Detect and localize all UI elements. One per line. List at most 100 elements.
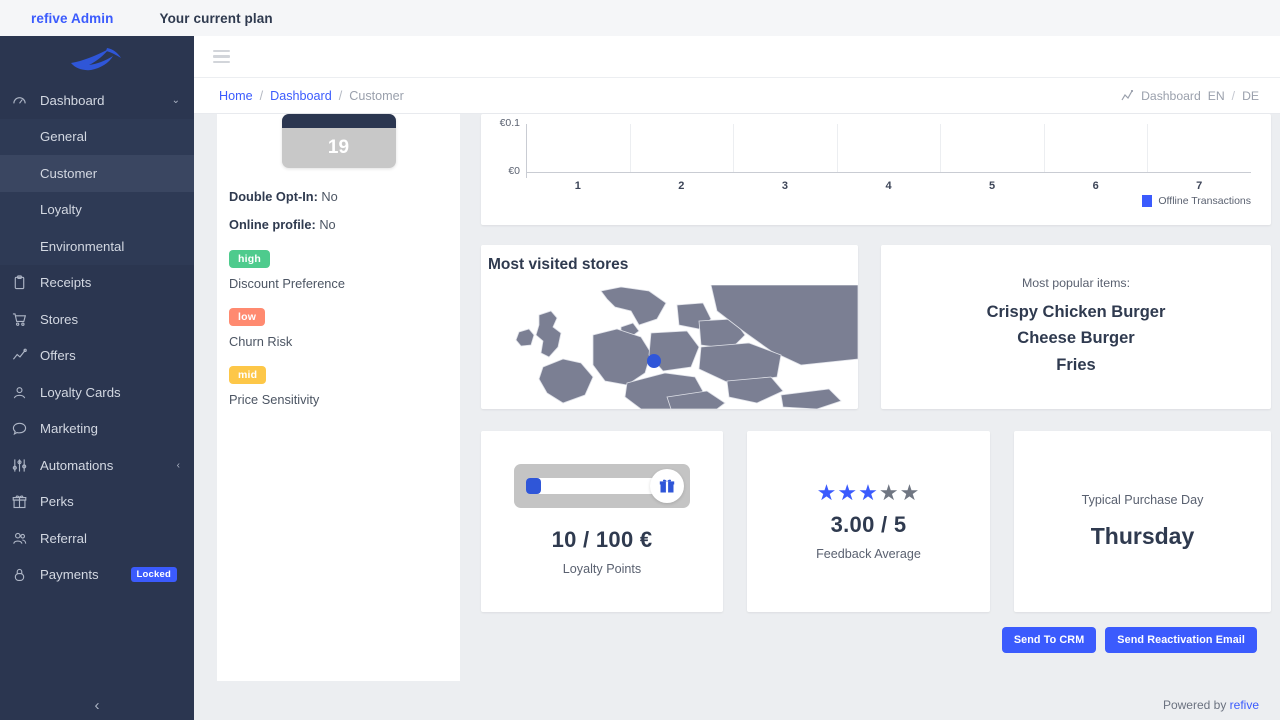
online-profile-label: Online profile: (229, 217, 316, 232)
dashboard-quicklink[interactable]: Dashboard (1141, 89, 1201, 103)
chart-line-icon (12, 348, 38, 363)
double-optin-label: Double Opt-In: (229, 189, 318, 204)
breadcrumb-home[interactable]: Home (219, 89, 253, 103)
gift-icon (659, 479, 675, 493)
sidebar-item-dashboard[interactable]: Dashboard ⌄ (0, 82, 194, 119)
store-location-dot (647, 354, 661, 368)
current-plan-link[interactable]: Your current plan (159, 11, 272, 26)
loyalty-points-caption: Loyalty Points (562, 562, 642, 576)
sidebar-item-label: Loyalty (40, 202, 82, 218)
most-popular-items-card: Most popular items: Crispy Chicken Burge… (881, 245, 1271, 409)
y-axis-tick-label: €0.1 (499, 117, 520, 129)
sidebar-item-label: Offers (40, 348, 76, 364)
sidebar-item-automations[interactable]: Automations ‹ (0, 447, 194, 484)
x-axis-tick-label: 2 (678, 180, 685, 192)
feedback-average-card: ★★★★★ 3.00 / 5 Feedback Average (747, 431, 990, 612)
trait-badge: high (229, 250, 270, 268)
trait-label: Discount Preference (229, 276, 345, 291)
online-profile-row: Online profile: No (229, 217, 460, 232)
footer-prefix: Powered by (1162, 698, 1230, 712)
sidebar-item-label: Dashboard (40, 92, 105, 108)
lang-separator: / (1231, 88, 1236, 103)
sidebar-item-loyalty[interactable]: Loyalty (0, 191, 194, 228)
feedback-value: 3.00 / 5 (830, 512, 907, 537)
customer-trait: mid Price Sensitivity (217, 365, 460, 407)
cart-icon (12, 312, 38, 327)
x-axis-tick-label: 3 (781, 180, 788, 192)
sidebar-item-environmental[interactable]: Environmental (0, 228, 194, 265)
trait-label: Price Sensitivity (229, 392, 320, 407)
main-region: Home / Dashboard / Customer Dashboard EN… (194, 36, 1280, 720)
breadcrumb: Home / Dashboard / Customer (219, 89, 404, 103)
y-axis-line (526, 124, 527, 178)
sidebar-item-label: Referral (40, 530, 87, 546)
breadcrumb-dashboard[interactable]: Dashboard (270, 89, 332, 103)
popular-item: Fries (1056, 355, 1096, 374)
sidebar-item-stores[interactable]: Stores (0, 301, 194, 338)
sidebar-item-customer[interactable]: Customer (0, 155, 194, 192)
sidebar-item-payments[interactable]: Payments Locked (0, 557, 194, 594)
hamburger-icon[interactable] (213, 49, 230, 64)
loyalty-progress[interactable] (514, 464, 690, 508)
loyalty-progress-knob[interactable] (650, 469, 684, 503)
typical-day-value: Thursday (1090, 523, 1195, 549)
lang-de[interactable]: DE (1242, 89, 1259, 103)
customer-summary-panel: 19 Double Opt-In: No Online profile: No … (217, 114, 460, 681)
chevron-icon: ‹ (176, 459, 180, 471)
sidebar-logo[interactable] (0, 36, 194, 82)
double-optin-value: No (321, 189, 338, 204)
user-circle-icon (12, 385, 38, 400)
chevron-icon: ⌄ (171, 94, 180, 106)
lang-en[interactable]: EN (1208, 89, 1225, 103)
locked-badge: Locked (130, 567, 177, 583)
footer-brand[interactable]: refive (1230, 698, 1259, 712)
breadcrumb-right-group: Dashboard EN / DE (1121, 89, 1259, 103)
sidebar-item-general[interactable]: General (0, 118, 194, 155)
sidebar-item-label: General (40, 129, 87, 145)
rating-stars: ★★★★★ (817, 482, 921, 504)
gift-icon (12, 494, 38, 509)
card-number: 19 (327, 137, 350, 158)
sidebar-item-referral[interactable]: Referral (0, 520, 194, 557)
refive-bird-logo-icon (71, 48, 121, 71)
sidebar-item-offers[interactable]: Offers (0, 338, 194, 375)
x-axis-tick-label: 1 (574, 180, 581, 192)
sidebar-item-label: Payments (40, 567, 99, 583)
chart-legend[interactable]: Offline Transactions (1142, 195, 1251, 207)
chart-gridline (836, 124, 838, 172)
trait-badge: mid (229, 366, 267, 384)
sidebar-collapse-button[interactable]: ‹ (0, 690, 194, 720)
brand-link[interactable]: refive Admin (31, 11, 113, 26)
speedometer-icon (12, 93, 38, 108)
speech-bubble-icon (12, 421, 38, 436)
send-reactivation-email-button[interactable]: Send Reactivation Email (1105, 627, 1257, 653)
x-axis-line (526, 172, 1251, 173)
top-utility-bar: refive Admin Your current plan (0, 0, 1280, 36)
breadcrumb-separator: / (259, 88, 264, 103)
trait-label: Churn Risk (229, 334, 293, 349)
sidebar-item-marketing[interactable]: Marketing (0, 411, 194, 448)
sidebar-item-label: Receipts (40, 275, 92, 291)
chart-line-icon (1121, 89, 1134, 100)
customer-trait: high Discount Preference (217, 249, 460, 291)
europe-map[interactable] (481, 285, 858, 409)
chevron-left-icon: ‹ (94, 696, 100, 714)
footer-text: Powered by refive (1163, 698, 1259, 712)
users-icon (12, 531, 38, 546)
legend-swatch-offline-transactions (1142, 195, 1153, 207)
sidebar-item-loyalty-cards[interactable]: Loyalty Cards (0, 374, 194, 411)
chart-gridline (733, 124, 735, 172)
breadcrumb-current: Customer (349, 88, 404, 103)
clipboard-icon (12, 275, 38, 290)
sliders-icon (12, 458, 38, 473)
loyalty-card-preview: 19 (281, 114, 396, 168)
loyalty-progress-track (526, 469, 684, 503)
sidebar-item-receipts[interactable]: Receipts (0, 265, 194, 302)
popular-items-list: Crispy Chicken Burger Cheese Burger Fries (987, 299, 1166, 377)
breadcrumb-bar: Home / Dashboard / Customer Dashboard EN… (194, 78, 1280, 114)
sidebar-item-label: Customer (40, 165, 98, 181)
loyalty-points-card: 10 / 100 € Loyalty Points (481, 431, 723, 612)
send-to-crm-button[interactable]: Send To CRM (1001, 627, 1097, 653)
legend-label-offline-transactions: Offline Transactions (1158, 195, 1251, 207)
sidebar-item-perks[interactable]: Perks (0, 484, 194, 521)
